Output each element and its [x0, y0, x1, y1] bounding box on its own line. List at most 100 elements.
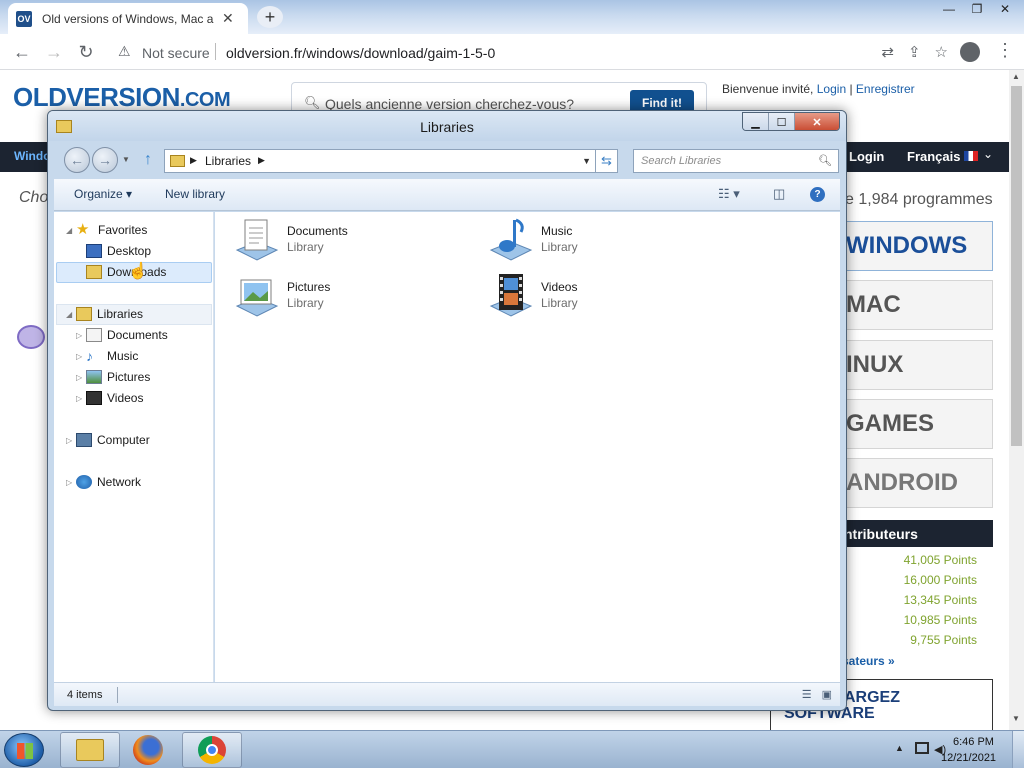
nav-windows-link[interactable]: Windo — [14, 149, 51, 163]
share-icon[interactable]: ⇪ — [908, 43, 921, 61]
help-icon[interactable]: ? — [810, 187, 825, 202]
url-text[interactable]: oldversion.fr/windows/download/gaim-1-5-… — [226, 45, 495, 61]
translate-icon[interactable]: ⇄ — [881, 43, 894, 61]
new-library-button[interactable]: New library — [165, 187, 225, 201]
forward-arrow-icon[interactable]: → — [43, 42, 65, 62]
chat-smiley-icon[interactable] — [17, 325, 45, 349]
large-icons-view-icon[interactable]: ▣ — [822, 688, 832, 701]
breadcrumb-arrow-icon[interactable]: ▶ — [258, 155, 265, 166]
os-button-games[interactable]: GAMES — [845, 399, 993, 449]
browser-menu-icon[interactable]: ⋮ — [996, 40, 1014, 61]
minimize-button[interactable]: — — [936, 0, 962, 18]
nav-login-link[interactable]: Login — [849, 149, 884, 164]
breadcrumb-libraries[interactable]: Libraries — [205, 154, 251, 168]
expand-arrow-icon[interactable]: ▷ — [76, 373, 86, 382]
close-button[interactable]: ✕ — [992, 0, 1018, 18]
expand-arrow-icon[interactable]: ▷ — [76, 394, 86, 403]
scroll-up-arrow-icon[interactable]: ▲ — [1012, 72, 1020, 81]
explorer-address-bar[interactable]: ▶ Libraries ▶ ▼ — [164, 149, 596, 173]
expand-arrow-icon[interactable]: ◢ — [66, 310, 76, 319]
expand-arrow-icon[interactable]: ▷ — [76, 331, 86, 340]
search-icon[interactable]: 🔍︎ — [818, 154, 832, 167]
library-item-pictures[interactable]: Pictures Library — [233, 272, 473, 322]
show-hidden-icons-icon[interactable]: ▲ — [895, 743, 904, 753]
expand-arrow-icon[interactable]: ▷ — [66, 436, 76, 445]
page-scrollbar[interactable]: ▲ ▼ — [1009, 70, 1024, 730]
recent-pages-dropdown-icon[interactable]: ▼ — [122, 155, 130, 164]
bookmark-star-icon[interactable]: ☆ — [935, 43, 948, 61]
os-button-mac[interactable]: MAC — [845, 280, 993, 330]
music-library-icon — [489, 218, 533, 261]
expand-arrow-icon[interactable]: ◢ — [66, 226, 76, 235]
taskbar-explorer-button[interactable] — [60, 732, 120, 768]
up-arrow-icon[interactable]: ↑ — [144, 151, 152, 169]
nav-item-libraries[interactable]: ◢ Libraries — [66, 304, 143, 324]
welcome-text: Bienvenue invité, — [722, 82, 814, 96]
nav-item-pictures[interactable]: ▷ Pictures — [76, 367, 150, 387]
profile-avatar-icon[interactable] — [960, 42, 980, 62]
expand-arrow-icon[interactable]: ▷ — [76, 352, 86, 361]
change-view-icon[interactable]: ☷ ▾ — [718, 186, 740, 202]
explorer-address-row: ← → ▼ ↑ ▶ Libraries ▶ ▼ ⇆ Search Librari… — [48, 145, 846, 175]
firefox-icon[interactable] — [133, 735, 163, 765]
clock-date[interactable]: 12/21/2021 — [941, 752, 996, 764]
clock-time[interactable]: 6:46 PM — [953, 736, 994, 748]
nav-item-documents[interactable]: ▷ Documents — [76, 325, 168, 345]
nav-item-downloads[interactable]: Downloads — [86, 262, 166, 282]
browser-toolbar: ← → ↻ ⚠ Not secure oldversion.fr/windows… — [0, 34, 1024, 70]
network-tray-icon[interactable] — [915, 742, 929, 754]
back-arrow-icon[interactable]: ← — [11, 42, 33, 62]
os-button-android[interactable]: ANDROID — [845, 458, 993, 508]
warning-icon[interactable]: ⚠ — [118, 43, 131, 60]
os-button-windows[interactable]: WINDOWS — [845, 221, 993, 271]
maximize-button[interactable]: ❐ — [964, 0, 990, 18]
site-logo[interactable]: OLDVERSION.COM — [13, 82, 231, 113]
explorer-titlebar[interactable]: Libraries ▁ ☐ ✕ — [48, 111, 846, 141]
address-dropdown-icon[interactable]: ▼ — [582, 156, 591, 166]
organize-button[interactable]: Organize ▾ — [74, 187, 132, 201]
taskbar-chrome-button[interactable] — [182, 732, 242, 768]
forward-arrow-icon[interactable]: → — [92, 147, 118, 173]
nav-item-videos[interactable]: ▷ Videos — [76, 388, 143, 408]
library-item-documents[interactable]: Documents Library — [233, 216, 473, 266]
library-item-videos[interactable]: Videos Library — [487, 272, 727, 322]
new-tab-button[interactable]: + — [257, 6, 283, 28]
contributors-heading: ntributeurs — [840, 520, 993, 547]
nav-item-favorites[interactable]: ◢ ★ Favorites — [66, 220, 147, 240]
tab-close-icon[interactable]: ✕ — [222, 10, 234, 27]
refresh-icon[interactable]: ⇆ — [596, 149, 618, 173]
nav-item-computer[interactable]: ▷ Computer — [66, 430, 150, 450]
breadcrumb-arrow-icon[interactable]: ▶ — [190, 155, 197, 166]
details-view-icon[interactable]: ☰ — [802, 688, 812, 701]
videos-library-icon — [489, 274, 533, 317]
os-button-linux[interactable]: INUX — [845, 340, 993, 390]
nav-item-desktop[interactable]: Desktop — [86, 241, 151, 261]
language-selector[interactable]: Français — [907, 149, 960, 164]
close-button[interactable]: ✕ — [795, 113, 839, 130]
login-link[interactable]: Login — [817, 82, 846, 96]
minimize-button[interactable]: ▁ — [743, 113, 769, 130]
address-bar[interactable]: ⚠ Not secure oldversion.fr/windows/downl… — [108, 37, 954, 67]
preview-pane-icon[interactable]: ◫ — [773, 186, 785, 202]
url-divider — [215, 43, 216, 60]
back-arrow-icon[interactable]: ← — [64, 147, 90, 173]
reload-icon[interactable]: ↻ — [75, 42, 97, 62]
library-item-music[interactable]: Music Library — [487, 216, 727, 266]
show-desktop-button[interactable] — [1012, 731, 1024, 768]
nav-item-music[interactable]: ▷ ♪ Music — [76, 346, 138, 366]
browser-tab[interactable]: OV Old versions of Windows, Mac and Linu… — [8, 3, 248, 34]
security-label[interactable]: Not secure — [142, 45, 210, 61]
all-users-link[interactable]: sateurs » — [842, 654, 895, 668]
nav-item-network[interactable]: ▷ Network — [66, 472, 141, 492]
scroll-down-arrow-icon[interactable]: ▼ — [1012, 714, 1020, 723]
nav-label: Documents — [107, 328, 168, 342]
chevron-down-icon[interactable]: ⌄ — [983, 147, 993, 161]
expand-arrow-icon[interactable]: ▷ — [66, 478, 76, 487]
libraries-folder-icon — [170, 155, 185, 167]
register-link[interactable]: Enregistrer — [856, 82, 915, 96]
maximize-button[interactable]: ☐ — [769, 113, 795, 130]
nav-label: Favorites — [98, 223, 148, 237]
start-button[interactable] — [4, 733, 44, 767]
explorer-search-input[interactable]: Search Libraries 🔍︎ — [633, 149, 839, 173]
scroll-thumb[interactable] — [1011, 86, 1022, 446]
